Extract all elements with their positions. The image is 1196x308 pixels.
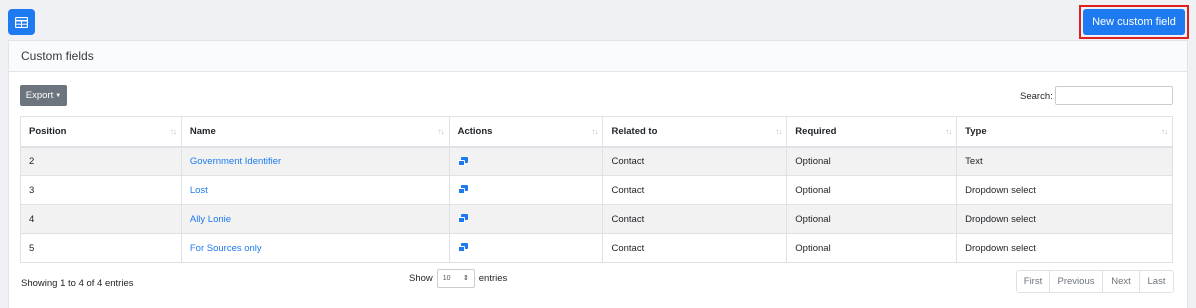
table-row: 5 For Sources only Contact Optional Drop… xyxy=(20,233,1173,263)
card-title: Custom fields xyxy=(9,41,1187,72)
cell-required: Optional xyxy=(786,175,958,205)
column-header-actions[interactable]: Actions ↑↓ xyxy=(448,116,604,148)
page-length-select[interactable]: 10 ⇕ xyxy=(436,269,475,288)
custom-fields-card: Custom fields Export ▼ Search: Position ↑… xyxy=(8,40,1188,308)
cell-type: Dropdown select xyxy=(956,175,1173,205)
page-length-value: 10 xyxy=(442,275,451,282)
highlight-box: New custom field xyxy=(1079,5,1189,39)
column-header-name[interactable]: Name ↑↓ xyxy=(180,116,450,148)
cell-name: Government Identifier xyxy=(180,146,450,176)
field-name-link[interactable]: Government Identifier xyxy=(190,156,281,167)
show-label: Show xyxy=(409,273,433,284)
table-header-row: Position ↑↓ Name ↑↓ Actions ↑↓ Related to ↑↓… xyxy=(20,116,1173,148)
pagination-last[interactable]: Last xyxy=(1139,271,1173,292)
sort-icon: ↑↓ xyxy=(945,127,952,136)
cell-related-to: Contact xyxy=(602,146,788,176)
copy-icon[interactable] xyxy=(457,243,468,253)
cell-position: 4 xyxy=(20,204,182,234)
pagination-next[interactable]: Next xyxy=(1102,271,1139,292)
search-label: Search: xyxy=(1020,91,1053,102)
cell-actions xyxy=(448,146,604,176)
table-row: 3 Lost Contact Optional Dropdown select xyxy=(20,175,1173,205)
caret-down-icon: ▼ xyxy=(55,92,62,99)
table-grid-icon xyxy=(15,16,28,28)
column-header-type[interactable]: Type ↑↓ xyxy=(956,116,1173,148)
cell-actions xyxy=(448,175,604,205)
cell-position: 3 xyxy=(20,175,182,205)
table-row: 4 Ally Lonie Contact Optional Dropdown s… xyxy=(20,204,1173,234)
cell-related-to: Contact xyxy=(602,204,788,234)
column-header-position[interactable]: Position ↑↓ xyxy=(20,116,182,148)
entries-label: entries xyxy=(478,273,508,284)
search-input[interactable] xyxy=(1055,86,1173,105)
cell-required: Optional xyxy=(786,204,958,234)
sort-icon: ↑↓ xyxy=(1161,127,1168,136)
export-button[interactable]: Export ▼ xyxy=(20,85,67,106)
sort-icon: ↑↓ xyxy=(591,127,598,136)
cell-name: Lost xyxy=(180,175,450,205)
cell-name: Ally Lonie xyxy=(180,204,450,234)
cell-position: 5 xyxy=(20,233,182,263)
sort-icon: ↑↓ xyxy=(169,127,177,136)
sort-icon: ↑↓ xyxy=(437,127,445,136)
cell-type: Dropdown select xyxy=(956,204,1173,234)
sort-icon: ↑↓ xyxy=(775,127,782,136)
field-name-link[interactable]: For Sources only xyxy=(190,243,262,254)
cell-position: 2 xyxy=(20,146,182,176)
cell-required: Optional xyxy=(786,233,958,263)
copy-icon[interactable] xyxy=(457,156,468,166)
cell-required: Optional xyxy=(786,146,958,176)
cell-related-to: Contact xyxy=(602,233,788,263)
cell-actions xyxy=(448,233,604,263)
cell-related-to: Contact xyxy=(602,175,788,205)
page-length-control: Show 10 ⇕ entries xyxy=(409,269,507,288)
export-label: Export xyxy=(25,90,54,101)
pagination-first[interactable]: First xyxy=(1017,271,1049,292)
cell-name: For Sources only xyxy=(180,233,450,263)
copy-icon[interactable] xyxy=(457,185,468,195)
copy-icon[interactable] xyxy=(457,214,468,224)
updown-chevron-icon: ⇕ xyxy=(462,275,469,282)
table-info: Showing 1 to 4 of 4 entries xyxy=(21,278,134,289)
column-header-related-to[interactable]: Related to ↑↓ xyxy=(602,116,788,148)
pagination-previous[interactable]: Previous xyxy=(1049,271,1102,292)
table-view-button[interactable] xyxy=(8,9,35,35)
new-custom-field-button[interactable]: New custom field xyxy=(1083,9,1185,35)
cell-type: Text xyxy=(956,146,1173,176)
field-name-link[interactable]: Ally Lonie xyxy=(190,214,231,225)
column-header-required[interactable]: Required ↑↓ xyxy=(786,116,958,148)
table-row: 2 Government Identifier Contact Optional… xyxy=(20,146,1173,176)
cell-type: Dropdown select xyxy=(956,233,1173,263)
custom-fields-table: Position ↑↓ Name ↑↓ Actions ↑↓ Related to ↑↓… xyxy=(20,116,1173,263)
cell-actions xyxy=(448,204,604,234)
field-name-link[interactable]: Lost xyxy=(190,185,208,196)
top-toolbar: New custom field xyxy=(0,0,1196,40)
pagination: First Previous Next Last xyxy=(1016,270,1174,293)
